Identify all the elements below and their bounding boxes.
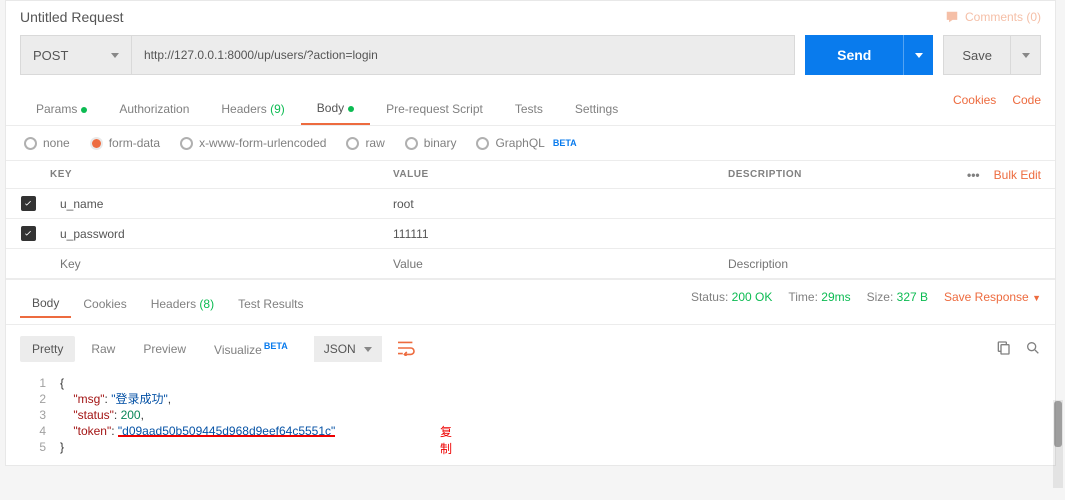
cookies-link[interactable]: Cookies xyxy=(953,93,996,107)
response-meta: Status: 200 OK Time: 29ms Size: 327 B Sa… xyxy=(691,290,1041,304)
size-label: Size: xyxy=(867,290,894,304)
radio-binary[interactable]: binary xyxy=(405,136,457,150)
format-select[interactable]: JSON xyxy=(314,336,382,362)
row-checkbox[interactable] xyxy=(21,196,36,211)
send-dropdown[interactable] xyxy=(903,35,933,75)
tab-settings[interactable]: Settings xyxy=(559,94,634,124)
radio-icon xyxy=(346,137,359,150)
formdata-table: KEY VALUE DESCRIPTION ••• Bulk Edit xyxy=(6,160,1055,279)
body-type-radios: none form-data x-www-form-urlencoded raw… xyxy=(6,126,1055,160)
tab-tests[interactable]: Tests xyxy=(499,94,559,124)
copy-icon[interactable] xyxy=(995,340,1011,359)
code-link[interactable]: Code xyxy=(1012,93,1041,107)
radio-graphql[interactable]: GraphQLBETA xyxy=(476,136,576,150)
radio-icon xyxy=(180,137,193,150)
bulk-edit-link[interactable]: Bulk Edit xyxy=(994,168,1041,182)
status-value: 200 OK xyxy=(732,290,773,304)
col-key: KEY xyxy=(6,161,383,188)
url-input[interactable] xyxy=(132,35,795,75)
method-value: POST xyxy=(33,48,68,63)
radio-raw[interactable]: raw xyxy=(346,136,384,150)
scrollbar[interactable] xyxy=(1053,400,1063,488)
save-dropdown[interactable] xyxy=(1011,35,1041,75)
active-dot xyxy=(81,107,87,113)
tab-headers[interactable]: Headers (9) xyxy=(205,94,300,124)
wrap-toggle[interactable] xyxy=(396,340,416,359)
desc-input[interactable] xyxy=(718,190,1055,218)
view-visualize[interactable]: VisualizeBETA xyxy=(202,335,300,363)
value-input[interactable] xyxy=(383,190,718,218)
response-toolbar: Pretty Raw Preview VisualizeBETA JSON xyxy=(6,324,1055,373)
comments-button[interactable]: Comments (0) xyxy=(945,10,1041,24)
status-label: Status: xyxy=(691,290,728,304)
comment-icon xyxy=(945,10,959,24)
send-button[interactable]: Send xyxy=(805,35,903,75)
response-tabs: Body Cookies Headers (8) Test Results St… xyxy=(6,279,1055,318)
view-raw[interactable]: Raw xyxy=(79,336,127,362)
time-label: Time: xyxy=(788,290,818,304)
desc-input[interactable] xyxy=(718,250,1055,278)
resp-tab-headers[interactable]: Headers (8) xyxy=(139,291,226,317)
method-select[interactable]: POST xyxy=(20,35,132,75)
value-input[interactable] xyxy=(383,220,718,248)
chevron-down-icon xyxy=(1022,53,1030,58)
view-preview[interactable]: Preview xyxy=(131,336,198,362)
radio-icon xyxy=(476,137,489,150)
beta-badge: BETA xyxy=(264,341,288,351)
chevron-down-icon xyxy=(364,347,372,352)
radio-none[interactable]: none xyxy=(24,136,70,150)
active-dot xyxy=(348,106,354,112)
token-value: "d09aad50b509445d968d9eef64c5551c" xyxy=(118,423,335,437)
row-checkbox[interactable] xyxy=(21,226,36,241)
col-description: DESCRIPTION xyxy=(718,161,967,188)
resp-tab-cookies[interactable]: Cookies xyxy=(71,291,138,317)
save-response-button[interactable]: Save Response ▼ xyxy=(944,290,1041,304)
chevron-down-icon xyxy=(915,53,923,58)
tab-prerequest[interactable]: Pre-request Script xyxy=(370,94,499,124)
request-title: Untitled Request xyxy=(20,9,124,25)
desc-input[interactable] xyxy=(718,220,1055,248)
more-icon[interactable]: ••• xyxy=(967,168,980,182)
radio-formdata[interactable]: form-data xyxy=(90,136,160,150)
chevron-down-icon xyxy=(111,53,119,58)
response-body[interactable]: 12345 { "msg": "登录成功", "status": 200, "t… xyxy=(6,373,1055,465)
request-tabs: Params Authorization Headers (9) Body Pr… xyxy=(6,85,1055,126)
key-input[interactable] xyxy=(50,220,383,248)
search-icon[interactable] xyxy=(1025,340,1041,359)
copy-annotation: 复制 xyxy=(440,423,452,457)
table-header: KEY VALUE DESCRIPTION ••• Bulk Edit xyxy=(6,161,1055,189)
view-pretty[interactable]: Pretty xyxy=(20,336,75,362)
key-input[interactable] xyxy=(50,190,383,218)
tab-authorization[interactable]: Authorization xyxy=(103,94,205,124)
tab-body[interactable]: Body xyxy=(301,93,370,125)
tab-params[interactable]: Params xyxy=(20,94,103,124)
value-input[interactable] xyxy=(383,250,718,278)
col-value: VALUE xyxy=(383,161,718,188)
resp-tab-body[interactable]: Body xyxy=(20,290,71,318)
beta-badge: BETA xyxy=(553,138,577,148)
resp-tab-tests[interactable]: Test Results xyxy=(226,291,315,317)
radio-icon xyxy=(24,137,37,150)
radio-icon xyxy=(90,137,103,150)
line-gutter: 12345 xyxy=(20,375,60,455)
table-row-empty xyxy=(6,249,1055,279)
size-value: 327 B xyxy=(897,290,928,304)
radio-icon xyxy=(405,137,418,150)
comments-label: Comments (0) xyxy=(965,10,1041,24)
table-row xyxy=(6,189,1055,219)
json-code: { "msg": "登录成功", "status": 200, "token":… xyxy=(60,375,335,455)
table-row xyxy=(6,219,1055,249)
save-button[interactable]: Save xyxy=(943,35,1011,75)
scrollbar-thumb[interactable] xyxy=(1054,401,1062,447)
time-value: 29ms xyxy=(821,290,850,304)
radio-xwww[interactable]: x-www-form-urlencoded xyxy=(180,136,326,150)
key-input[interactable] xyxy=(50,250,383,278)
